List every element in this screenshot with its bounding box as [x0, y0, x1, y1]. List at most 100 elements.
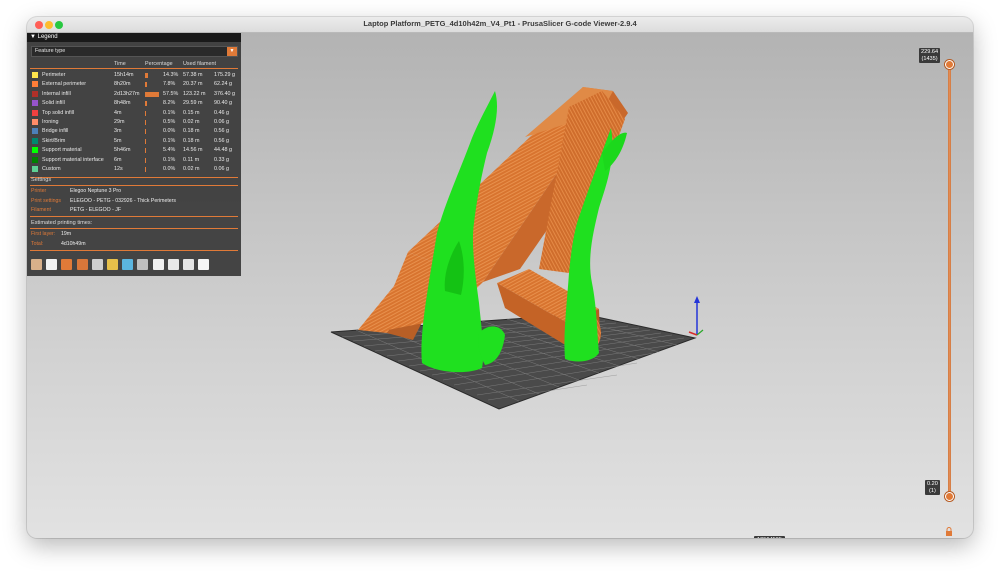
feature-percentage: 0.5% — [163, 119, 176, 125]
settings-print-key: Print settings — [31, 198, 61, 204]
view-type-select[interactable]: Feature type ▼ — [31, 46, 238, 57]
feature-percentage-bar — [145, 91, 159, 97]
feature-color-swatch[interactable] — [32, 137, 38, 144]
feature-name: Top solid infill — [42, 109, 75, 116]
feature-time: 15h14m — [114, 72, 134, 78]
feature-color-swatch[interactable] — [32, 166, 38, 172]
feature-length: 14.56 m — [183, 147, 203, 154]
feature-time: 29m — [114, 119, 125, 125]
col-time: Time — [114, 61, 126, 67]
feature-name: Ironing — [42, 119, 59, 125]
col-used-filament: Used filament — [183, 61, 216, 67]
feature-length: 20.37 m — [183, 81, 203, 88]
feature-color-swatch[interactable] — [32, 147, 38, 154]
feature-name: Bridge infill — [42, 128, 69, 135]
top-height-value: 229.64 — [921, 49, 939, 55]
feature-weight: 0.56 g — [214, 128, 229, 135]
move-slider-label: 12564505 — [754, 536, 785, 538]
feature-weight: 376.40 g — [214, 90, 235, 97]
axis-gizmo — [688, 296, 704, 336]
feature-percentage-bar — [145, 157, 146, 163]
times-title: Estimated printing times: — [31, 220, 93, 226]
retractions-icon[interactable] — [61, 259, 73, 270]
col-percentage: Percentage — [145, 61, 173, 67]
feature-length: 57.38 m — [183, 72, 203, 78]
feature-percentage: 57.5% — [163, 90, 179, 97]
legend-feature-row[interactable]: External perimeter 8h20m 7.8% 20.37 m 62.24 … — [27, 80, 241, 89]
shells-icon[interactable] — [183, 259, 194, 270]
legend-header[interactable]: ▼ Legend — [27, 33, 241, 42]
feature-color-swatch[interactable] — [32, 72, 38, 78]
bottom-layer-number: (1) — [929, 487, 936, 494]
layer-slider-bottom-thumb[interactable] — [945, 492, 954, 501]
feature-percentage: 7.8% — [163, 81, 176, 88]
custom-gcode-icon[interactable] — [152, 259, 164, 270]
feature-time: 5h46m — [114, 147, 131, 154]
legend-feature-row[interactable]: Solid infill 8h48m 8.2% 29.59 m 90.40 g — [27, 99, 241, 108]
tool-marker-icon[interactable] — [198, 259, 210, 270]
options-toolbar — [31, 259, 237, 271]
feature-time: 4m — [114, 109, 122, 116]
feature-name: Internal infill — [42, 90, 71, 97]
feature-length: 29.59 m — [183, 100, 203, 107]
wipe-icon[interactable] — [46, 259, 58, 270]
legend-feature-row[interactable]: Support material interface 6m 0.1% 0.11 m 0.… — [27, 156, 241, 165]
pause-icon[interactable] — [137, 259, 149, 270]
chevron-down-icon[interactable]: ▼ — [227, 47, 237, 56]
feature-weight: 62.24 g — [214, 81, 232, 88]
total-time-value: 4d10h49m — [61, 241, 86, 247]
feature-percentage: 14.3% — [163, 72, 179, 78]
feature-color-swatch[interactable] — [32, 128, 38, 135]
settings-filament-value: PETG - ELEGOO - JF — [70, 207, 122, 213]
seams-icon[interactable] — [91, 259, 103, 270]
feature-color-swatch[interactable] — [32, 156, 38, 163]
legend-feature-row[interactable]: Ironing 29m 0.5% 0.02 m 0.06 g — [27, 118, 241, 127]
legend-feature-row[interactable]: Support material 5h46m 5.4% 14.56 m 44.48 g — [27, 146, 241, 155]
legend-title: Legend — [37, 34, 58, 40]
top-layer-number: (1435) — [921, 55, 938, 62]
tool-changes-icon[interactable] — [107, 259, 118, 270]
deretractions-icon[interactable] — [76, 259, 88, 270]
feature-color-swatch[interactable] — [32, 100, 38, 107]
layer-slider-bottom-label: 0.20 (1) — [925, 480, 940, 495]
feature-length: 123.22 m — [183, 90, 206, 97]
feature-color-swatch[interactable] — [32, 90, 38, 97]
view-type-value: Feature type — [35, 48, 66, 54]
center-of-gravity-icon[interactable] — [167, 259, 179, 270]
feature-name: Custom — [42, 166, 61, 172]
feature-color-swatch[interactable] — [32, 81, 38, 88]
legend-feature-row[interactable]: Skirt/Brim 5m 0.1% 0.18 m 0.56 g — [27, 137, 241, 146]
legend-feature-row[interactable]: Custom 12s 0.0% 0.02 m 0.06 g — [27, 165, 241, 174]
travel-icon[interactable] — [31, 259, 42, 270]
legend-feature-row[interactable]: Perimeter 15h14m 14.3% 57.38 m 175.29 g — [27, 71, 241, 80]
color-changes-icon[interactable] — [122, 259, 134, 270]
feature-percentage: 0.1% — [163, 137, 176, 144]
layer-slider-range — [948, 64, 951, 497]
feature-weight: 44.48 g — [214, 147, 232, 154]
feature-percentage: 0.0% — [163, 166, 176, 172]
bottom-height-value: 0.20 — [927, 481, 938, 487]
3d-viewport[interactable]: ▼ Legend Feature type ▼ Time Percentage … — [27, 33, 973, 538]
feature-color-swatch[interactable] — [32, 109, 38, 116]
feature-color-swatch[interactable] — [32, 119, 38, 125]
feature-percentage: 0.0% — [163, 128, 176, 135]
feature-name: Skirt/Brim — [42, 137, 66, 144]
settings-print-value: ELEGOO - PETG - 032926 - Thick Perimeter… — [70, 198, 176, 204]
feature-percentage-bar — [145, 101, 147, 107]
feature-weight: 0.06 g — [214, 166, 229, 172]
legend-feature-row[interactable]: Bridge infill 3m 0.0% 0.18 m 0.56 g — [27, 127, 241, 136]
lock-icon[interactable] — [945, 527, 953, 536]
layer-slider-top-thumb[interactable] — [945, 60, 954, 69]
feature-time: 5m — [114, 137, 122, 144]
legend-separator — [30, 216, 238, 217]
legend-feature-row[interactable]: Internal infill 2d13h27m 57.5% 123.22 m 376.… — [27, 90, 241, 99]
legend-separator — [30, 250, 238, 251]
feature-time: 12s — [114, 166, 123, 172]
legend-feature-row[interactable]: Top solid infill 4m 0.1% 0.15 m 0.46 g — [27, 109, 241, 118]
feature-name: Perimeter — [42, 72, 66, 78]
settings-printer-key: Printer — [31, 188, 47, 194]
feature-weight: 0.06 g — [214, 119, 229, 125]
feature-name: Solid infill — [42, 100, 65, 107]
feature-weight: 0.46 g — [214, 109, 229, 116]
window-title: Laptop Platform_PETG_4d10h42m_V4_Pt1 - P… — [363, 19, 637, 28]
